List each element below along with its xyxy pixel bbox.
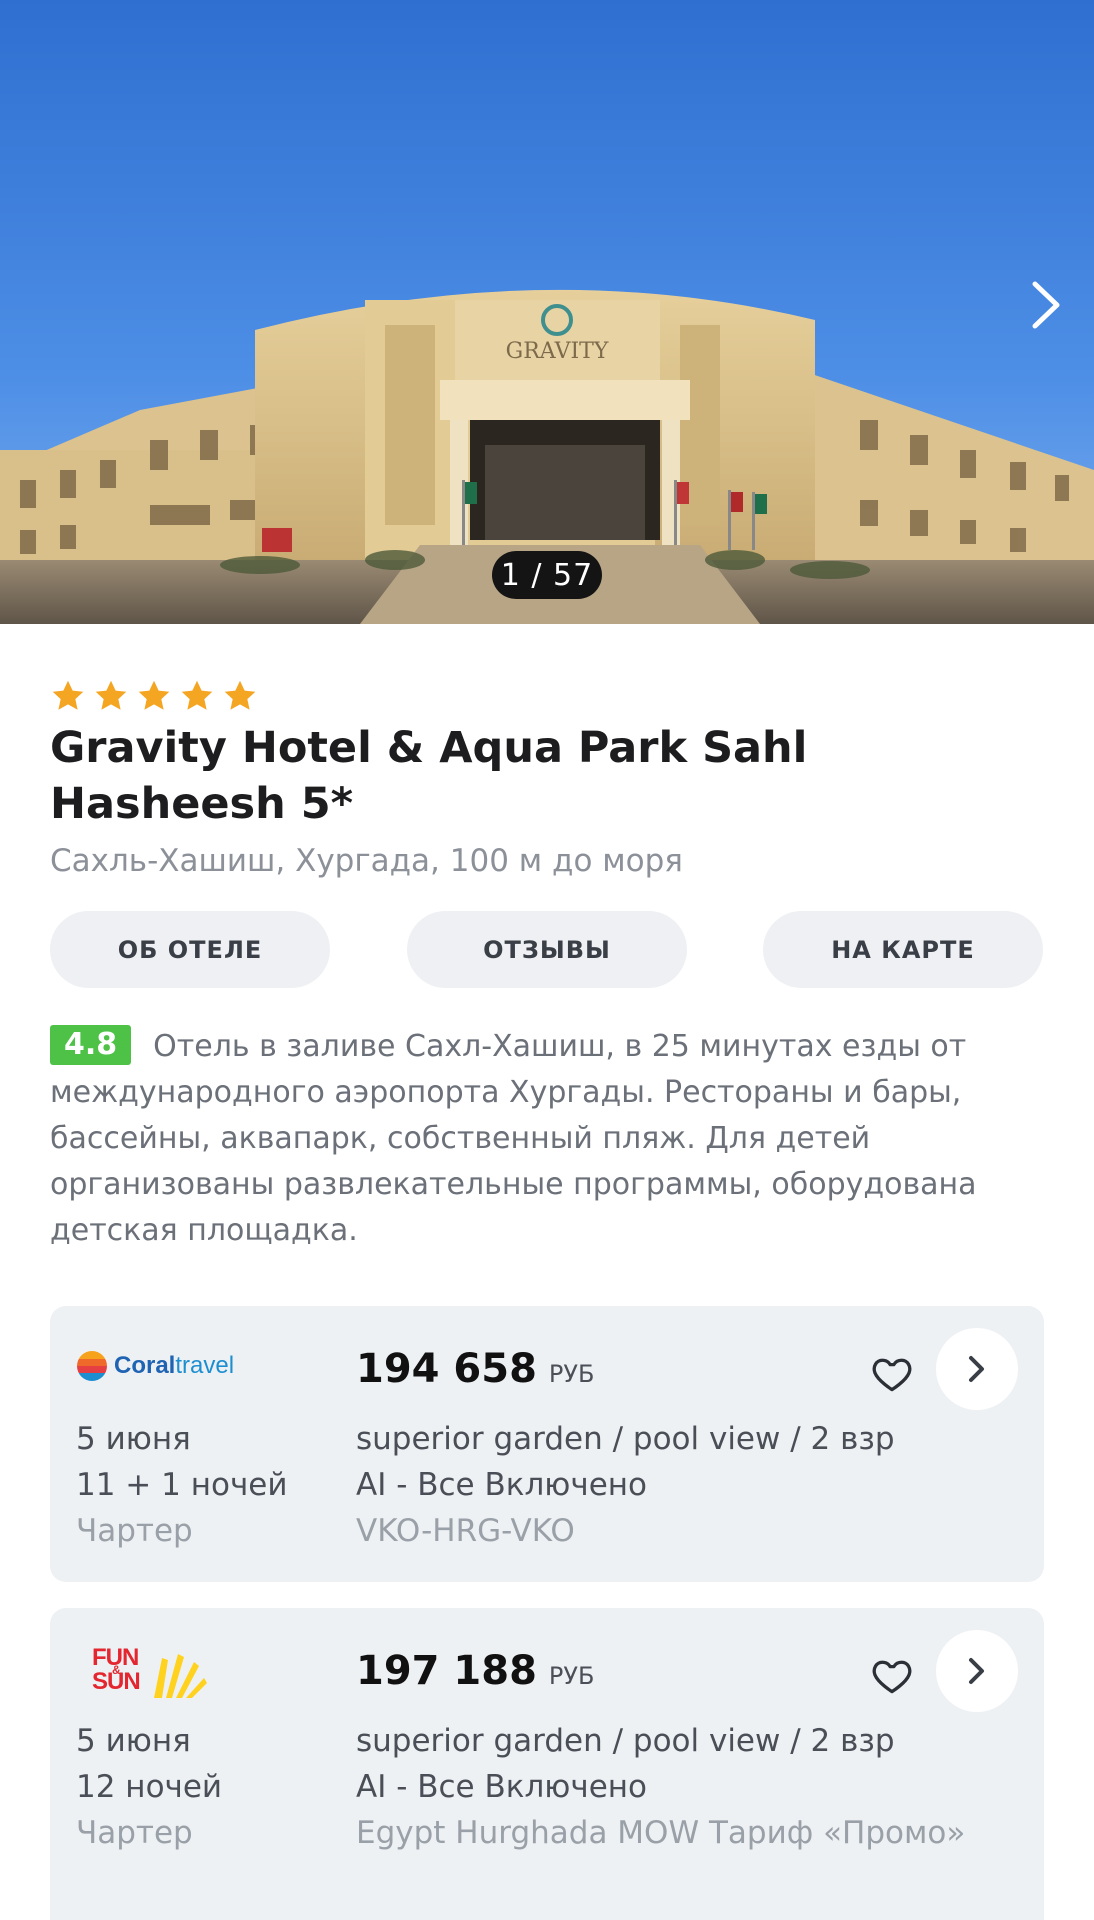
star-icon (95, 680, 127, 710)
photo-counter: 1 / 57 (492, 551, 602, 599)
offer-date: 5 июня (76, 1723, 191, 1759)
offer-price: 197 188 РУБ (356, 1648, 594, 1694)
offer-date: 5 июня (76, 1421, 191, 1457)
hotel-description: 4.8 Отель в заливе Сахл-Хашиш, в 25 минут… (50, 1024, 1050, 1254)
gallery-next-button[interactable] (1016, 270, 1076, 340)
tab-on-map[interactable]: НА КАРТЕ (763, 911, 1043, 988)
chevron-right-icon (969, 1356, 984, 1382)
offer-flight-type: Чартер (76, 1815, 193, 1851)
offer-tariff: Egypt Hurghada MOW Тариф «Промо» (356, 1815, 966, 1851)
open-offer-button[interactable] (936, 1630, 1018, 1712)
coral-logo-brand: Coral (114, 1352, 176, 1379)
star-icon (181, 680, 213, 710)
hotel-photo: GRAVITY (0, 0, 1094, 624)
offer-card[interactable]: Coral travel 194 658 РУБ 5 июня 11 + 1 но… (50, 1306, 1044, 1582)
offer-flight-type: Чартер (76, 1513, 193, 1549)
offer-meal: AI - Все Включено (356, 1769, 648, 1805)
operator-logo-coral: Coral travel (76, 1350, 234, 1382)
price-value: 197 188 (356, 1648, 537, 1694)
offer-card[interactable]: FUN SUN & 197 188 РУБ 5 июня 12 ночей Ча… (50, 1608, 1044, 1920)
offer-room-info: superior garden / pool view / 2 взр AI -… (356, 1416, 976, 1554)
open-offer-button[interactable] (936, 1328, 1018, 1410)
star-rating (50, 678, 258, 714)
offer-meal: AI - Все Включено (356, 1467, 648, 1503)
offer-trip-info: 5 июня 12 ночей Чартер (76, 1718, 222, 1856)
coral-logo-icon (77, 1351, 107, 1381)
offer-room: superior garden / pool view / 2 взр (356, 1723, 895, 1759)
offer-trip-info: 5 июня 11 + 1 ночей Чартер (76, 1416, 287, 1554)
rating-badge: 4.8 (50, 1025, 132, 1065)
offer-nights: 11 + 1 ночей (76, 1467, 288, 1503)
operator-logo-funsun: FUN SUN & (92, 1646, 222, 1706)
chevron-right-icon (1032, 281, 1060, 329)
chevron-right-icon (969, 1658, 984, 1684)
offer-room: superior garden / pool view / 2 взр (356, 1421, 895, 1457)
price-currency: РУБ (548, 1360, 595, 1388)
star-icon (224, 680, 256, 710)
hotel-location: Сахль-Хашиш, Хургада, 100 м до моря (50, 843, 683, 879)
hotel-title: Gravity Hotel & Aqua Park Sahl Hasheesh … (50, 723, 808, 829)
heart-icon[interactable] (870, 1654, 914, 1698)
heart-icon[interactable] (870, 1352, 914, 1396)
offer-nights: 12 ночей (76, 1769, 223, 1805)
tab-about-hotel[interactable]: ОБ ОТЕЛЕ (50, 911, 330, 988)
star-icon (52, 680, 84, 710)
star-icon (138, 680, 170, 710)
offer-price: 194 658 РУБ (356, 1346, 594, 1392)
coral-logo-suffix: travel (175, 1352, 235, 1379)
description-text: Отель в заливе Сахл-Хашиш, в 25 минутах … (50, 1029, 977, 1248)
offer-room-info: superior garden / pool view / 2 взр AI -… (356, 1718, 976, 1856)
photo-gallery[interactable]: GRAVITY 1 / 57 (0, 0, 1094, 624)
hotel-sign: GRAVITY (506, 339, 609, 364)
price-value: 194 658 (356, 1346, 537, 1392)
price-currency: РУБ (548, 1662, 595, 1690)
sun-rays-icon (154, 1654, 207, 1698)
tab-reviews[interactable]: ОТЗЫВЫ (407, 911, 687, 988)
offer-tariff: VKO-HRG-VKO (356, 1513, 575, 1549)
funsun-logo-amp: & (112, 1663, 121, 1677)
